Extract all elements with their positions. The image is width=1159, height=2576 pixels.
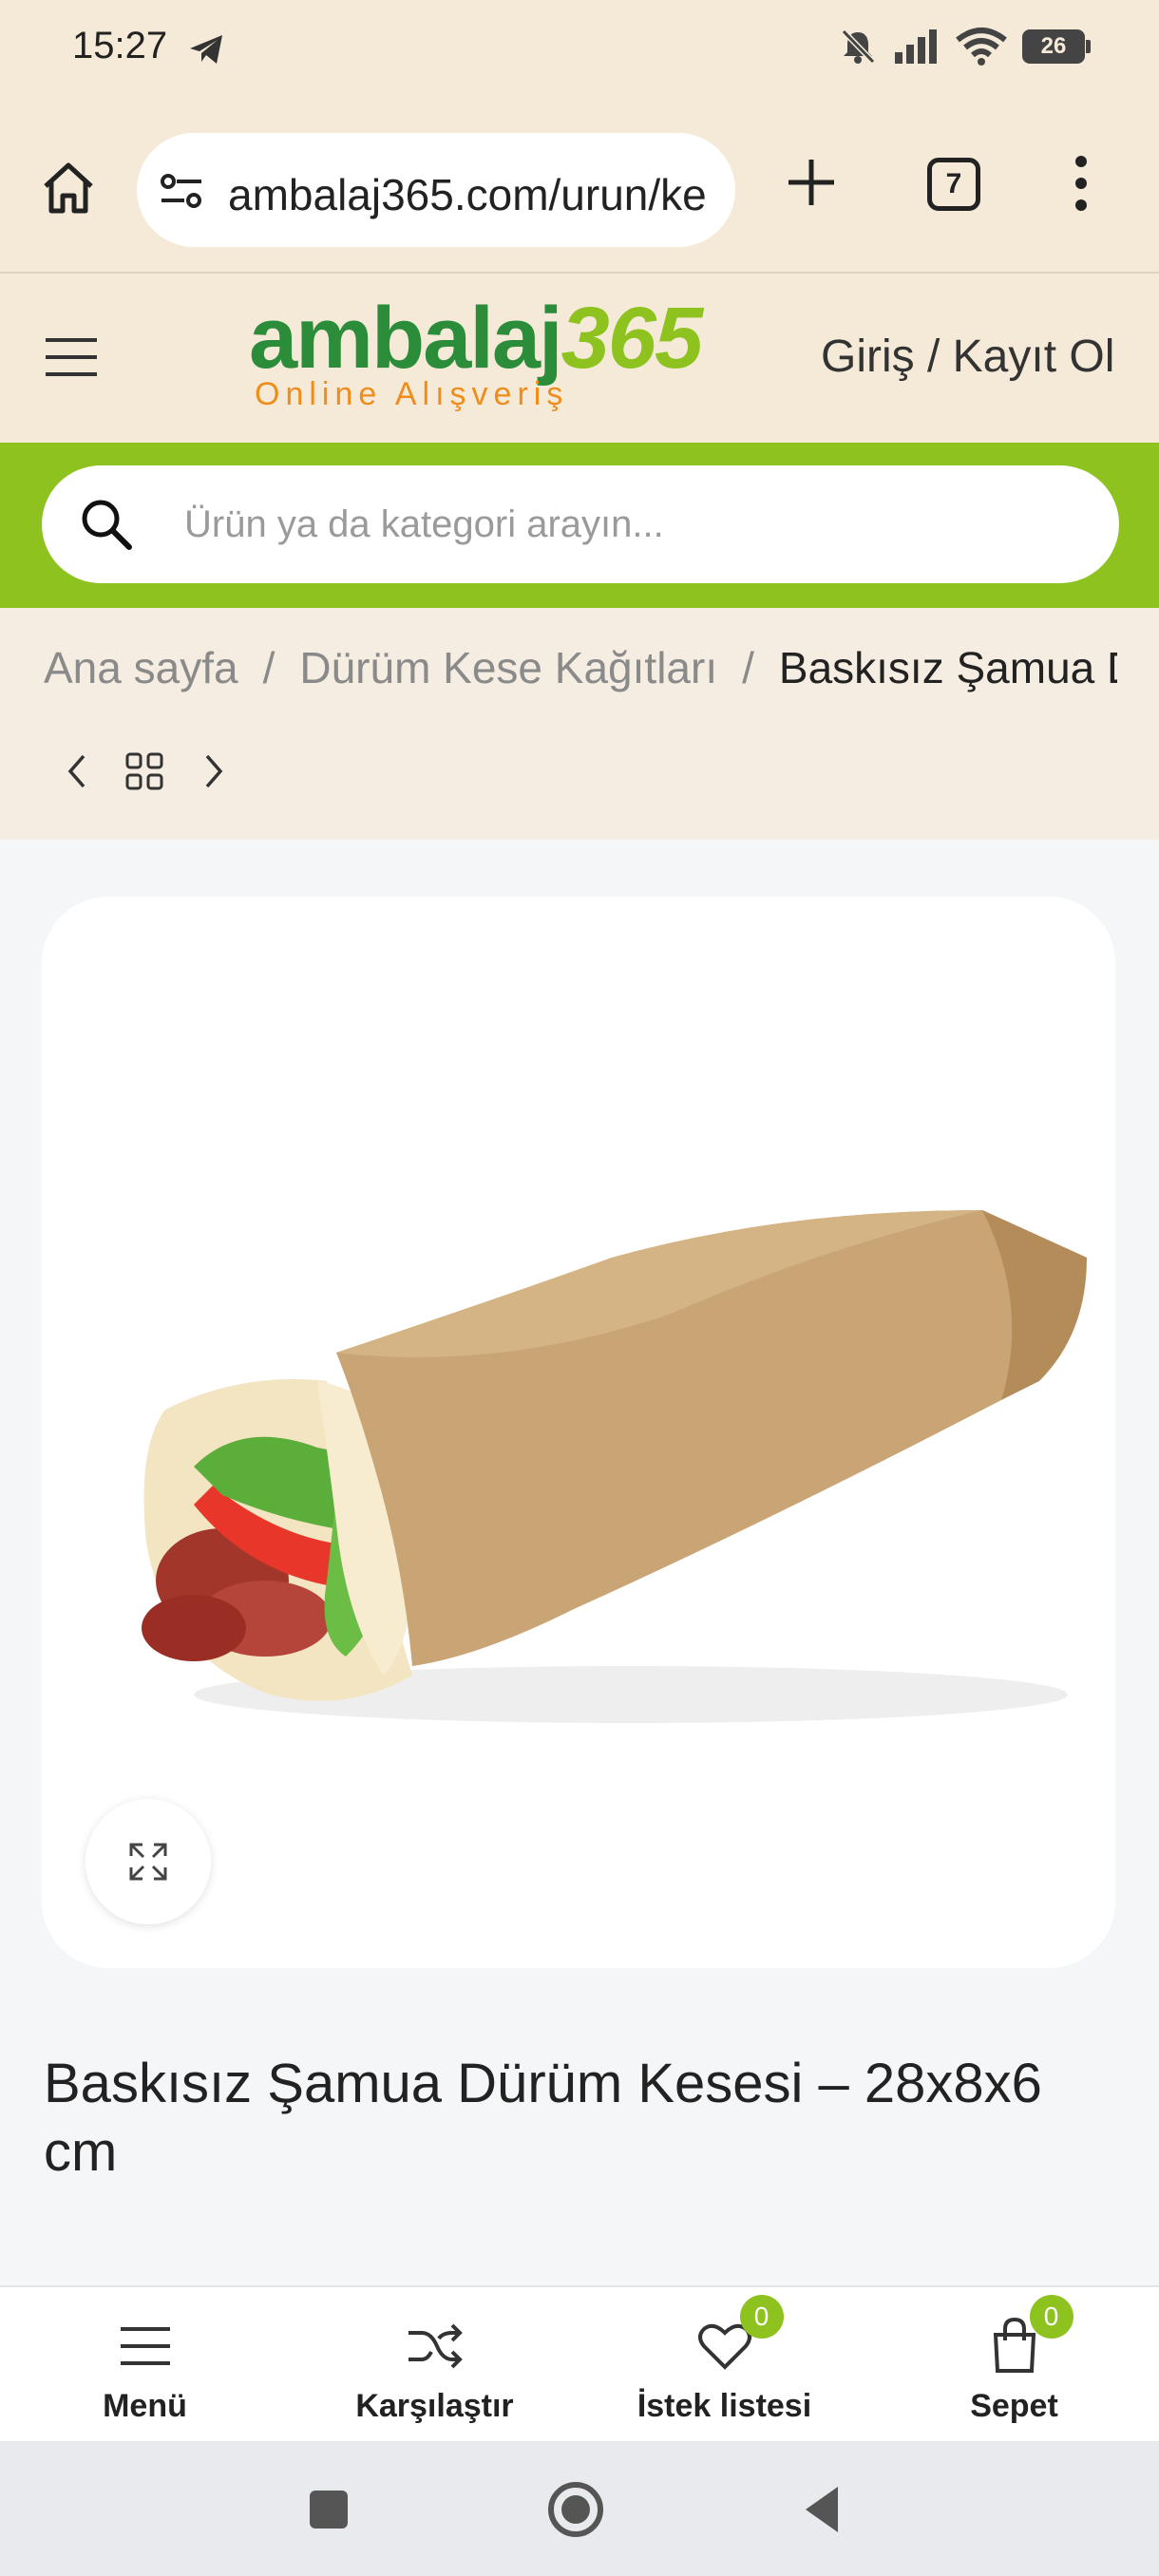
hamburger-menu-icon[interactable]	[44, 334, 99, 380]
search-box[interactable]	[42, 465, 1119, 583]
home-circle-icon[interactable]	[545, 2479, 606, 2540]
new-tab-icon[interactable]	[785, 156, 838, 209]
nav-compare-label: Karşılaştır	[355, 2388, 514, 2424]
grid-icon[interactable]	[124, 750, 165, 792]
breadcrumb-category[interactable]: Dürüm Kese Kağıtları	[299, 643, 717, 692]
breadcrumb: Ana sayfa / Dürüm Kese Kağıtları / Baskısız …	[44, 642, 1117, 693]
previous-product-icon[interactable]	[57, 750, 99, 792]
nav-cart[interactable]: 0 Sepet	[869, 2287, 1159, 2441]
battery-indicator: 26	[1022, 29, 1091, 64]
nav-compare[interactable]: Karşılaştır	[290, 2287, 580, 2441]
breadcrumb-separator: /	[742, 643, 754, 692]
wifi-icon	[956, 28, 1007, 66]
zoom-button[interactable]	[86, 1799, 211, 1924]
tab-switcher-button[interactable]: 7	[927, 158, 980, 211]
logo-number: 365	[560, 290, 703, 387]
recents-icon[interactable]	[298, 2479, 359, 2540]
next-product-icon[interactable]	[192, 750, 234, 792]
menu-icon	[120, 2327, 170, 2365]
search-input[interactable]	[184, 488, 1077, 560]
nav-cart-label: Sepet	[970, 2388, 1058, 2424]
breadcrumb-area: Ana sayfa / Dürüm Kese Kağıtları / Baskısız …	[0, 608, 1159, 840]
back-icon[interactable]	[792, 2479, 853, 2540]
status-icons: 26	[838, 27, 1091, 66]
system-nav-bar	[0, 2441, 1159, 2576]
wishlist-count-badge: 0	[739, 2295, 784, 2339]
breadcrumb-separator: /	[262, 643, 276, 692]
nav-wishlist[interactable]: 0 İstek listesi	[580, 2287, 869, 2441]
site-settings-icon[interactable]	[160, 173, 203, 209]
breadcrumb-home[interactable]: Ana sayfa	[44, 643, 238, 692]
home-icon[interactable]	[40, 160, 97, 217]
more-options-icon[interactable]	[1074, 154, 1089, 213]
site-logo[interactable]: ambalaj365 Online Alışveriş	[249, 294, 781, 418]
shuffle-icon	[408, 2323, 463, 2369]
breadcrumb-current: Baskısız Şamua Dürüm Kesesi – 28x8x6 cm	[778, 643, 1117, 692]
nav-wishlist-label: İstek listesi	[636, 2388, 812, 2424]
product-gallery	[42, 897, 1115, 1968]
url-bar[interactable]: ambalaj365.com/urun/ke	[137, 133, 735, 247]
product-image[interactable]	[99, 1163, 1115, 1752]
signal-icon	[895, 29, 937, 64]
logo-tagline: Online Alışveriş	[255, 376, 569, 412]
bell-off-icon	[841, 28, 876, 65]
status-bar: 15:27 26	[0, 0, 1159, 104]
nav-menu[interactable]: Menü	[0, 2287, 290, 2441]
logo-wordmark: ambalaj	[249, 290, 563, 387]
wishlist-icon-wrap: 0	[694, 2295, 784, 2377]
search-band	[0, 443, 1159, 608]
product-title: Baskısız Şamua Dürüm Kesesi – 28x8x6 cm	[44, 2053, 1042, 2183]
cart-icon-wrap: 0	[984, 2295, 1074, 2377]
telegram-icon	[190, 35, 222, 64]
site-header: ambalaj365 Online Alışveriş Giriş / Kayı…	[0, 274, 1159, 443]
cart-count-badge: 0	[1029, 2295, 1074, 2339]
status-time: 15:27	[72, 25, 168, 66]
login-register-link[interactable]: Giriş / Kayıt Ol	[821, 331, 1144, 383]
search-icon[interactable]	[78, 496, 135, 553]
nav-menu-label: Menü	[103, 2388, 187, 2424]
url-text[interactable]: ambalaj365.com/urun/ke	[228, 169, 722, 220]
expand-icon	[129, 1843, 167, 1881]
browser-toolbar: ambalaj365.com/urun/ke 7	[0, 104, 1159, 274]
bottom-nav: Menü Karşılaştır 0 İstek listesi 0 Sepet	[0, 2285, 1159, 2441]
